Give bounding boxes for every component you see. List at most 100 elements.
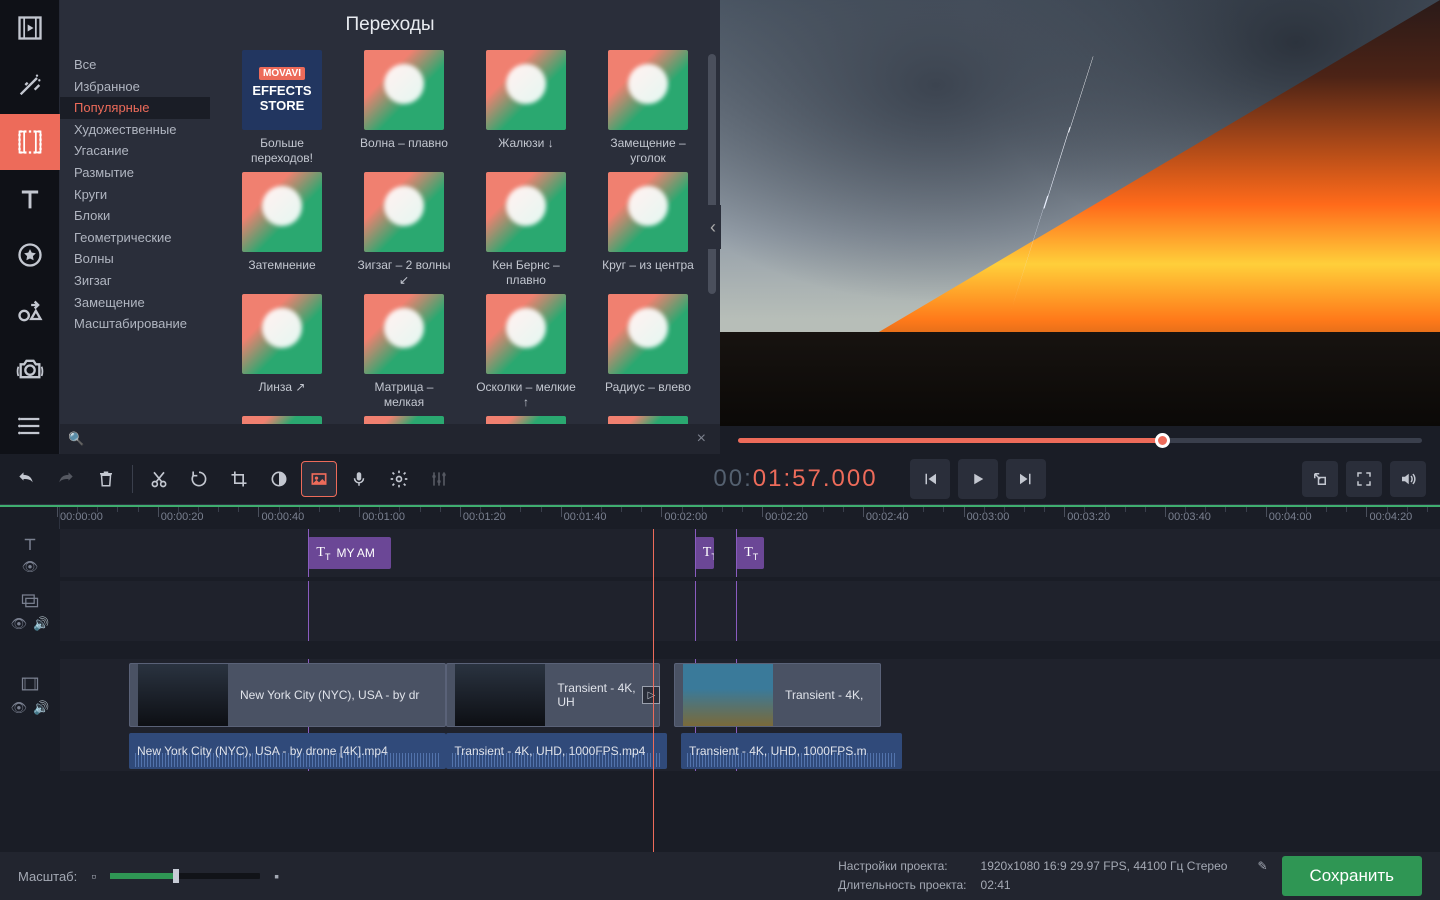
search-clear-icon[interactable]: × (691, 430, 712, 448)
video-clip[interactable]: Transient - 4K, UH (446, 663, 660, 727)
mute-icon[interactable]: 🔊 (33, 616, 49, 632)
category-item[interactable]: Волны (60, 248, 210, 270)
transition-tile[interactable]: MOVAVIEFFECTSSTOREБольше переходов! (232, 50, 332, 166)
mute-icon[interactable]: 🔊 (33, 700, 49, 716)
transition-marker-icon[interactable]: ▷ (642, 686, 660, 704)
save-button[interactable]: Сохранить (1282, 856, 1422, 896)
rail-shapes[interactable] (0, 284, 60, 341)
ruler-label: 00:04:00 (1269, 511, 1312, 523)
transition-tile[interactable]: Замещение – уголок (598, 50, 698, 166)
cut-button[interactable] (141, 461, 177, 497)
category-item[interactable]: Блоки (60, 205, 210, 227)
color-button[interactable] (261, 461, 297, 497)
playhead[interactable] (653, 529, 654, 852)
category-item[interactable]: Художественные (60, 119, 210, 141)
volume-button[interactable] (1390, 461, 1426, 497)
ruler-label: 00:02:20 (765, 511, 808, 523)
rotate-button[interactable] (181, 461, 217, 497)
prev-button[interactable] (910, 459, 950, 499)
rail-transitions[interactable] (0, 114, 60, 171)
rail-titles[interactable] (0, 170, 60, 227)
transition-tile[interactable]: Кен Бернс – плавно (476, 172, 576, 288)
rail-capture[interactable] (0, 341, 60, 398)
rail-filters[interactable] (0, 57, 60, 114)
category-item[interactable]: Масштабирование (60, 313, 210, 335)
track-video: 👁🔊 New York City (NYC), USA - by drTrans… (0, 659, 1440, 731)
timeline: 00:00:0000:00:2000:00:4000:01:0000:01:20… (0, 504, 1440, 852)
panel-collapse-handle[interactable]: ‹ (705, 205, 720, 249)
audio-clip[interactable]: New York City (NYC), USA - by drone [4K]… (129, 733, 446, 769)
redo-button[interactable] (48, 461, 84, 497)
track-audio: New York City (NYC), USA - by drone [4K]… (0, 731, 1440, 771)
delete-button[interactable] (88, 461, 124, 497)
category-item[interactable]: Популярные (60, 97, 210, 119)
video-clip[interactable]: New York City (NYC), USA - by dr (129, 663, 446, 727)
ruler-label: 00:04:20 (1369, 511, 1412, 523)
transition-tile[interactable]: Зигзаг – 2 волны ↙ (354, 172, 454, 288)
undo-button[interactable] (8, 461, 44, 497)
category-item[interactable]: Геометрические (60, 227, 210, 249)
preview-area (720, 0, 1440, 454)
title-clip[interactable]: TT (695, 537, 714, 569)
rail-media[interactable] (0, 0, 60, 57)
transition-tile[interactable]: Жалюзи ↓ (476, 50, 576, 166)
ruler-label: 00:03:40 (1168, 511, 1211, 523)
rail-stickers[interactable] (0, 227, 60, 284)
mic-button[interactable] (341, 461, 377, 497)
video-track-icon (20, 674, 40, 694)
next-button[interactable] (1006, 459, 1046, 499)
settings-button[interactable] (381, 461, 417, 497)
play-button[interactable] (958, 459, 998, 499)
transition-tile[interactable]: Радиус – влево (598, 294, 698, 410)
category-item[interactable]: Замещение (60, 292, 210, 314)
video-clip[interactable]: Transient - 4K, (674, 663, 881, 727)
crop-button[interactable] (221, 461, 257, 497)
popout-button[interactable] (1302, 461, 1338, 497)
tile-label: Радиус – влево (598, 380, 698, 410)
transition-tile[interactable]: Затемнение (232, 172, 332, 288)
category-item[interactable]: Угасание (60, 140, 210, 162)
preview-progress[interactable] (738, 438, 1422, 443)
title-clip[interactable]: TTMY AM (308, 537, 391, 569)
titles-track-icon (21, 535, 39, 553)
search-input[interactable] (84, 428, 690, 450)
tile-label: Волна – плавно (354, 136, 454, 166)
timecode: 00:01:57.000 (699, 465, 891, 494)
transition-tile[interactable]: Линза ↗ (232, 294, 332, 410)
equalizer-button[interactable] (421, 461, 457, 497)
timeline-tracks: 👁 TTMY AM TT TT 👁 🔊 👁 🔊 New York City (NYC),… (0, 529, 1440, 852)
ruler-label: 00:01:40 (564, 511, 607, 523)
zoom-label: Масштаб: (18, 869, 77, 884)
preview-video[interactable] (720, 0, 1440, 426)
ruler-label: 00:00:20 (161, 511, 204, 523)
audio-clip[interactable]: Transient - 4K, UHD, 1000FPS.mp4 (446, 733, 667, 769)
category-item[interactable]: Избранное (60, 76, 210, 98)
category-item[interactable]: Все (60, 54, 210, 76)
edit-settings-icon[interactable]: ✎ (1257, 858, 1267, 875)
transition-tile[interactable]: Волна – плавно (354, 50, 454, 166)
category-item[interactable]: Зигзаг (60, 270, 210, 292)
category-item[interactable]: Размытие (60, 162, 210, 184)
transitions-grid: MOVAVIEFFECTSSTOREБольше переходов! Волна… (210, 50, 720, 424)
transition-tile[interactable]: Матрица – мелкая (354, 294, 454, 410)
category-item[interactable]: Круги (60, 184, 210, 206)
rail-more[interactable] (0, 397, 60, 454)
title-clip[interactable]: TT (736, 537, 764, 569)
fullscreen-button[interactable] (1346, 461, 1382, 497)
eye-icon[interactable]: 👁 (11, 616, 28, 632)
eye-icon[interactable]: 👁 (22, 559, 39, 575)
timeline-ruler[interactable]: 00:00:0000:00:2000:00:4000:01:0000:01:20… (0, 505, 1440, 529)
transition-wizard-button[interactable] (301, 461, 337, 497)
zoom-out-icon[interactable]: ▫ (91, 868, 96, 884)
zoom-slider[interactable] (110, 873, 260, 879)
eye-icon[interactable]: 👁 (11, 700, 28, 716)
ruler-label: 00:01:20 (463, 511, 506, 523)
audio-clip[interactable]: Transient - 4K, UHD, 1000FPS.m (681, 733, 902, 769)
transition-tile[interactable]: Круг – из центра (598, 172, 698, 288)
transition-tile[interactable]: Осколки – мелкие ↑ (476, 294, 576, 410)
ruler-label: 00:00:00 (60, 511, 103, 523)
zoom-in-icon[interactable]: ▪ (274, 868, 279, 884)
tile-label: Больше переходов! (232, 136, 332, 166)
footer: Масштаб: ▫ ▪ Настройки проекта: Длительн… (0, 852, 1440, 900)
search-icon: 🔍 (68, 431, 84, 447)
